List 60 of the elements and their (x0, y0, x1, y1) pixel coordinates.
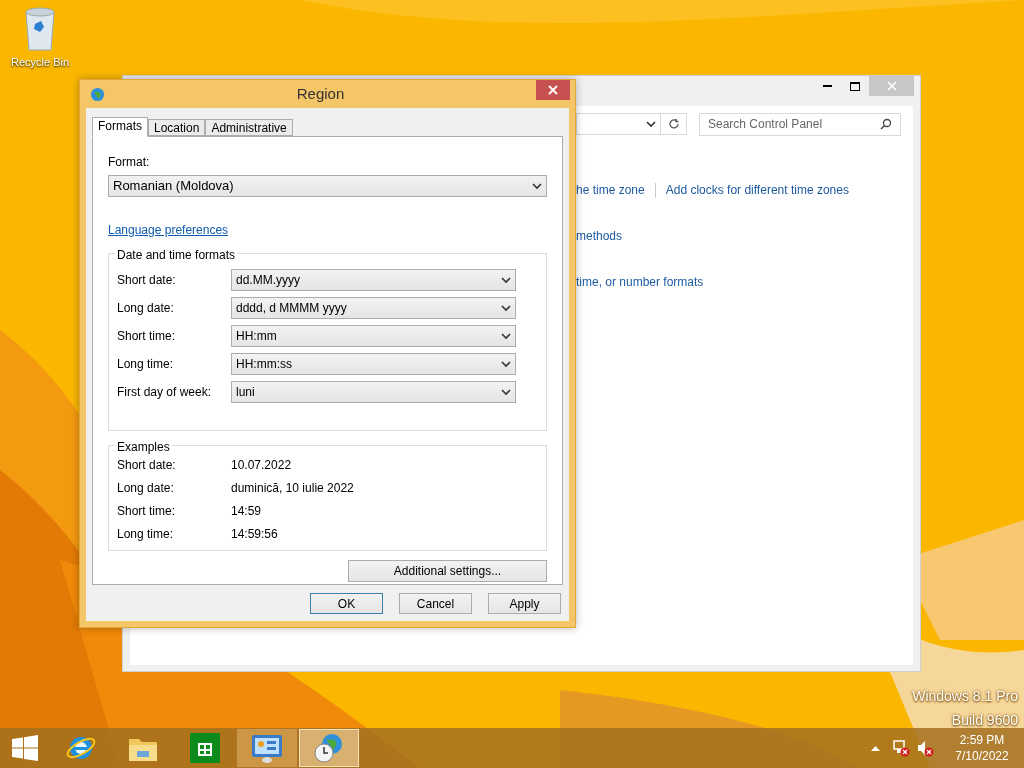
example-label: Short date: (117, 457, 177, 472)
task-link[interactable]: Add clocks for different time zones (665, 182, 849, 198)
example-label: Short time: (117, 503, 177, 518)
control-panel-icon (250, 732, 284, 764)
clock-time[interactable]: 2:59 PM (959, 732, 1005, 748)
task-link[interactable]: methods (576, 228, 623, 244)
edition-text: Build 9600 (951, 711, 1018, 730)
chevron-icon (646, 120, 656, 128)
dialog-button[interactable]: Cancel (399, 593, 472, 614)
example-label: Long date: (117, 480, 175, 495)
tab[interactable]: Administrative (205, 119, 293, 136)
close-icon (886, 81, 897, 91)
show-hidden-icons-icon[interactable] (871, 745, 880, 751)
windows-logo-icon[interactable] (12, 735, 38, 761)
chevron-icon (501, 332, 511, 340)
close-button[interactable] (536, 80, 570, 100)
speaker-muted-icon[interactable] (916, 739, 934, 757)
example-value: 10.07.2022 (231, 457, 292, 472)
dialog-title: Region (295, 83, 346, 104)
refresh-icon[interactable] (667, 118, 680, 130)
example-value: duminică, 10 iulie 2022 (231, 480, 354, 495)
field-label: Long date: (117, 300, 175, 317)
chevron-icon (501, 304, 511, 312)
dialog-button[interactable]: OK (310, 593, 383, 614)
language-preferences-link[interactable]: Language preferences (108, 221, 229, 239)
field-label: Format: (108, 154, 151, 171)
example-value: 14:59 (231, 503, 262, 518)
format-dropdown[interactable]: dddd, d MMMM yyyy (231, 297, 516, 319)
chevron-icon (501, 276, 511, 284)
search-field[interactable]: Search Control Panel (699, 112, 901, 136)
example-value: 14:59:56 (231, 526, 278, 541)
field-label: Short date: (117, 272, 177, 289)
task-link[interactable]: he time zone (576, 182, 645, 198)
close-icon (548, 85, 558, 95)
field-label: Long time: (117, 356, 175, 373)
format-dropdown[interactable]: luni (231, 381, 516, 403)
globe-icon (90, 86, 105, 102)
search-input[interactable]: Search Control Panel (708, 115, 868, 133)
taskbar-button[interactable] (237, 729, 297, 767)
clock-date[interactable]: 7/10/2022 (955, 748, 1009, 764)
search-icon (880, 118, 892, 130)
example-label: Long time: (117, 526, 175, 541)
address-bar[interactable] (576, 113, 687, 135)
format-dropdown[interactable]: HH:mm:ss (231, 353, 516, 375)
chevron-icon (532, 182, 542, 190)
tab[interactable]: Location (148, 119, 206, 136)
format-dropdown[interactable]: dd.MM.yyyy (231, 269, 516, 291)
recycle-bin-icon[interactable] (23, 6, 57, 54)
edition-text: Windows 8.1 Pro (912, 687, 1018, 706)
format-dropdown[interactable]: HH:mm (231, 325, 516, 347)
additional-settings-button[interactable]: Additional settings... (348, 560, 547, 582)
task-link[interactable]: time, or number formats (576, 274, 704, 290)
dialog-button[interactable]: Apply (488, 593, 561, 614)
chevron-icon (501, 360, 511, 368)
format-dropdown[interactable]: Romanian (Moldova) (108, 175, 547, 197)
tab[interactable]: Formats (92, 117, 148, 137)
field-label: Short time: (117, 328, 177, 345)
chevron-icon (501, 388, 511, 396)
field-label: First day of week: (117, 384, 213, 401)
network-error-icon[interactable] (892, 739, 910, 757)
